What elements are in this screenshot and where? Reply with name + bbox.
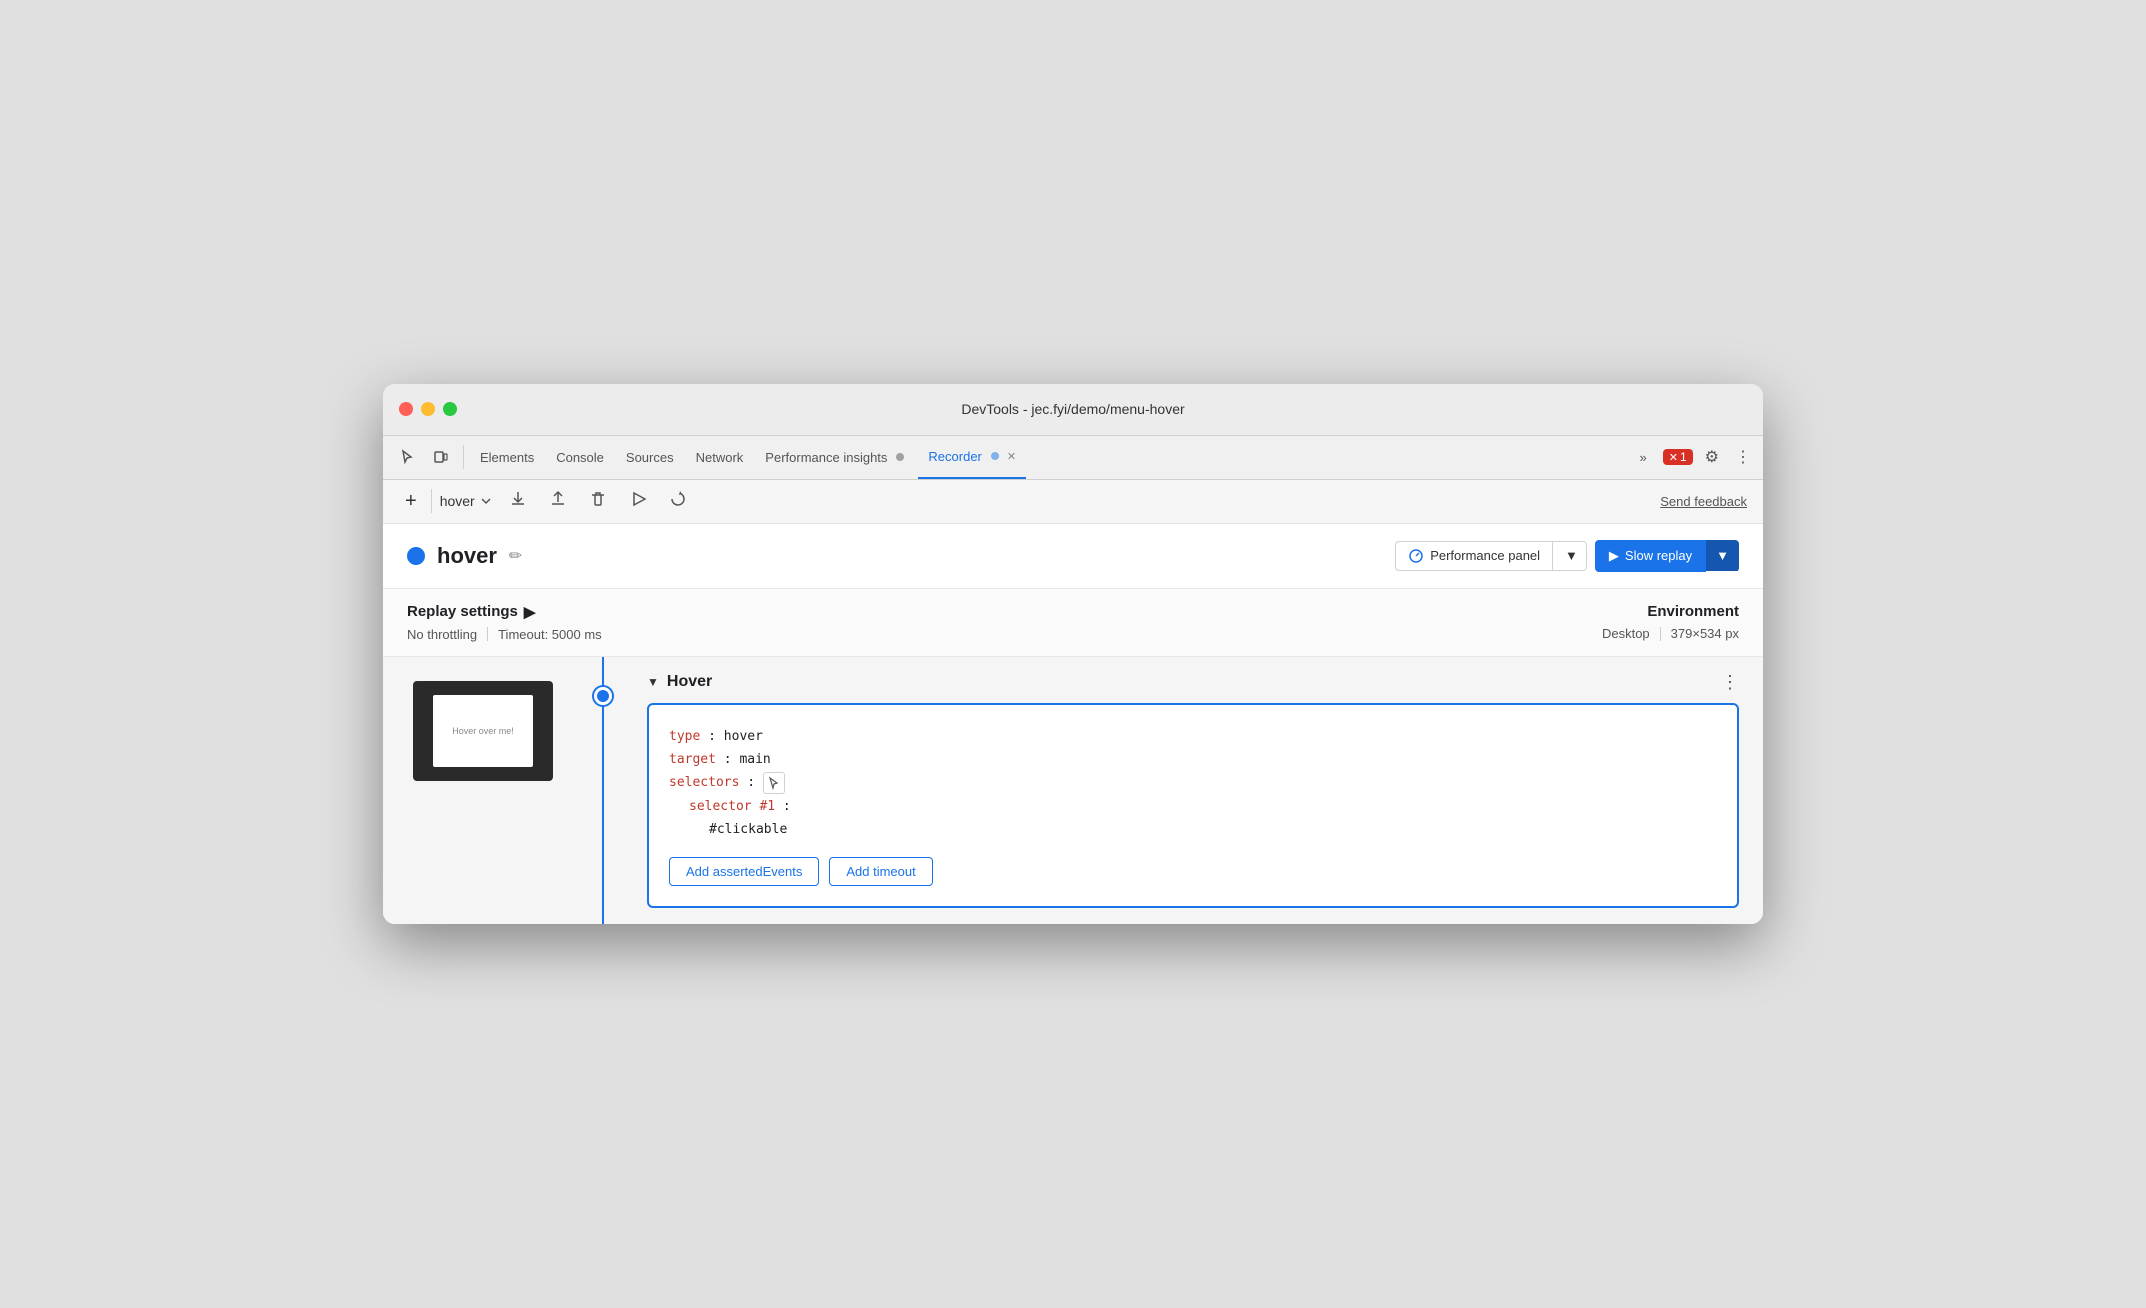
tab-more-section: » ✕ 1 ⚙ ⋮ — [1632, 441, 1755, 473]
step-collapse-btn[interactable]: ▼ — [647, 675, 659, 689]
tab-elements[interactable]: Elements — [470, 435, 544, 479]
continue-btn[interactable] — [661, 486, 695, 517]
play-btn[interactable] — [621, 486, 655, 517]
close-button[interactable] — [399, 402, 413, 416]
replay-settings-info: No throttling Timeout: 5000 ms — [407, 627, 602, 642]
toolbar-actions — [501, 486, 695, 517]
toolbar: + hover — [383, 480, 1763, 524]
step-thumb-text: Hover over me! — [452, 726, 514, 736]
header-actions: Performance panel ▼ ▶ Slow replay ▼ — [1395, 540, 1739, 572]
steps-area: Hover over me! ▼ Hover ⋮ — [383, 657, 1763, 925]
cursor-icon — [399, 449, 415, 465]
step-actions: Add assertedEvents Add timeout — [669, 857, 1717, 886]
tab-recorder[interactable]: Recorder ✕ — [918, 435, 1026, 479]
continue-icon — [669, 490, 687, 508]
environment-section: Environment Desktop 379×534 px — [1602, 603, 1739, 641]
performance-panel-main[interactable]: Performance panel — [1396, 542, 1553, 570]
cursor-tool-btn[interactable] — [391, 441, 423, 473]
more-options-btn[interactable]: ⋮ — [1731, 443, 1755, 471]
env-info: Desktop 379×534 px — [1602, 626, 1739, 641]
close-tab-recorder[interactable]: ✕ — [1007, 450, 1016, 463]
step-content-col: ▼ Hover ⋮ type : hover target : main — [623, 657, 1763, 925]
tab-console[interactable]: Console — [546, 435, 614, 479]
cursor-inspect-icon — [767, 776, 781, 790]
replay-settings-expand-icon: ▶ — [524, 603, 536, 621]
env-title-label: Environment — [1647, 603, 1739, 620]
pin-icon-recorder — [989, 450, 1001, 462]
import-btn[interactable] — [541, 486, 575, 517]
error-icon: ✕ — [1669, 451, 1678, 464]
add-recording-btn[interactable]: + — [399, 488, 423, 515]
timeline-col — [583, 657, 623, 925]
add-timeout-btn[interactable]: Add timeout — [829, 857, 932, 886]
import-icon — [549, 490, 567, 508]
export-btn[interactable] — [501, 486, 535, 517]
slow-replay-main-btn[interactable]: ▶ Slow replay — [1595, 540, 1706, 572]
send-feedback-btn[interactable]: Send feedback — [1660, 494, 1747, 509]
recording-indicator — [407, 547, 425, 565]
env-info-divider — [1660, 627, 1661, 641]
tab-separator-1 — [463, 445, 464, 469]
device-icon — [433, 449, 449, 465]
recording-name-label: hover — [437, 543, 497, 569]
play-triangle-icon: ▶ — [1609, 548, 1619, 564]
timeline-dot — [594, 687, 612, 705]
step-thumb-inner: Hover over me! — [433, 695, 533, 767]
tab-bar: Elements Console Sources Network Perform… — [383, 436, 1763, 480]
slow-replay-dropdown-btn[interactable]: ▼ — [1706, 540, 1739, 571]
step-thumbnail-col: Hover over me! — [383, 657, 583, 925]
step-name-label: Hover — [667, 673, 712, 691]
selector-inspect-btn[interactable] — [763, 772, 785, 794]
replay-settings-bar: Replay settings ▶ No throttling Timeout:… — [383, 589, 1763, 657]
main-content: hover ✏ Performance panel ▼ ▶ — [383, 524, 1763, 925]
code-target-line: target : main — [669, 748, 1717, 771]
replay-settings-title[interactable]: Replay settings ▶ — [407, 603, 602, 621]
add-asserted-events-btn[interactable]: Add assertedEvents — [669, 857, 819, 886]
step-header: ▼ Hover ⋮ — [647, 673, 1739, 691]
traffic-lights — [399, 402, 457, 416]
performance-panel-btn[interactable]: Performance panel ▼ — [1395, 541, 1587, 571]
delete-btn[interactable] — [581, 486, 615, 517]
slow-replay-btn[interactable]: ▶ Slow replay ▼ — [1595, 540, 1739, 572]
code-type-line: type : hover — [669, 725, 1717, 748]
step-thumbnail: Hover over me! — [413, 681, 553, 781]
pin-icon-perf — [894, 451, 906, 463]
tab-performance-insights[interactable]: Performance insights — [755, 435, 916, 479]
chevron-down-icon — [479, 494, 493, 508]
performance-panel-icon — [1408, 548, 1424, 564]
settings-btn[interactable]: ⚙ — [1701, 443, 1723, 471]
export-icon — [509, 490, 527, 508]
performance-panel-dropdown-btn[interactable]: ▼ — [1557, 542, 1586, 569]
window-title: DevTools - jec.fyi/demo/menu-hover — [961, 401, 1184, 417]
toolbar-sep-1 — [431, 489, 432, 513]
replay-settings-left: Replay settings ▶ No throttling Timeout:… — [407, 603, 602, 642]
step-more-options-btn[interactable]: ⋮ — [1721, 673, 1739, 691]
play-icon — [629, 490, 647, 508]
code-selector-num-line: selector #1 : — [689, 795, 1717, 818]
trash-icon — [589, 490, 607, 508]
code-selector-val-line: #clickable — [709, 818, 1717, 841]
more-tabs-btn[interactable]: » — [1632, 441, 1655, 473]
devtools-window: DevTools - jec.fyi/demo/menu-hover Eleme… — [383, 384, 1763, 925]
minimize-button[interactable] — [421, 402, 435, 416]
code-selectors-line: selectors : — [669, 771, 1717, 794]
edit-name-btn[interactable]: ✏ — [509, 546, 522, 566]
step-detail-box: type : hover target : main selectors : — [647, 703, 1739, 909]
recording-select[interactable]: hover — [440, 493, 493, 509]
device-mode-btn[interactable] — [425, 441, 457, 473]
header-row: hover ✏ Performance panel ▼ ▶ — [383, 524, 1763, 589]
title-bar: DevTools - jec.fyi/demo/menu-hover — [383, 384, 1763, 436]
tab-network[interactable]: Network — [686, 435, 754, 479]
tab-sources[interactable]: Sources — [616, 435, 684, 479]
maximize-button[interactable] — [443, 402, 457, 416]
error-badge: ✕ 1 — [1663, 449, 1693, 465]
settings-info-divider — [487, 627, 488, 641]
